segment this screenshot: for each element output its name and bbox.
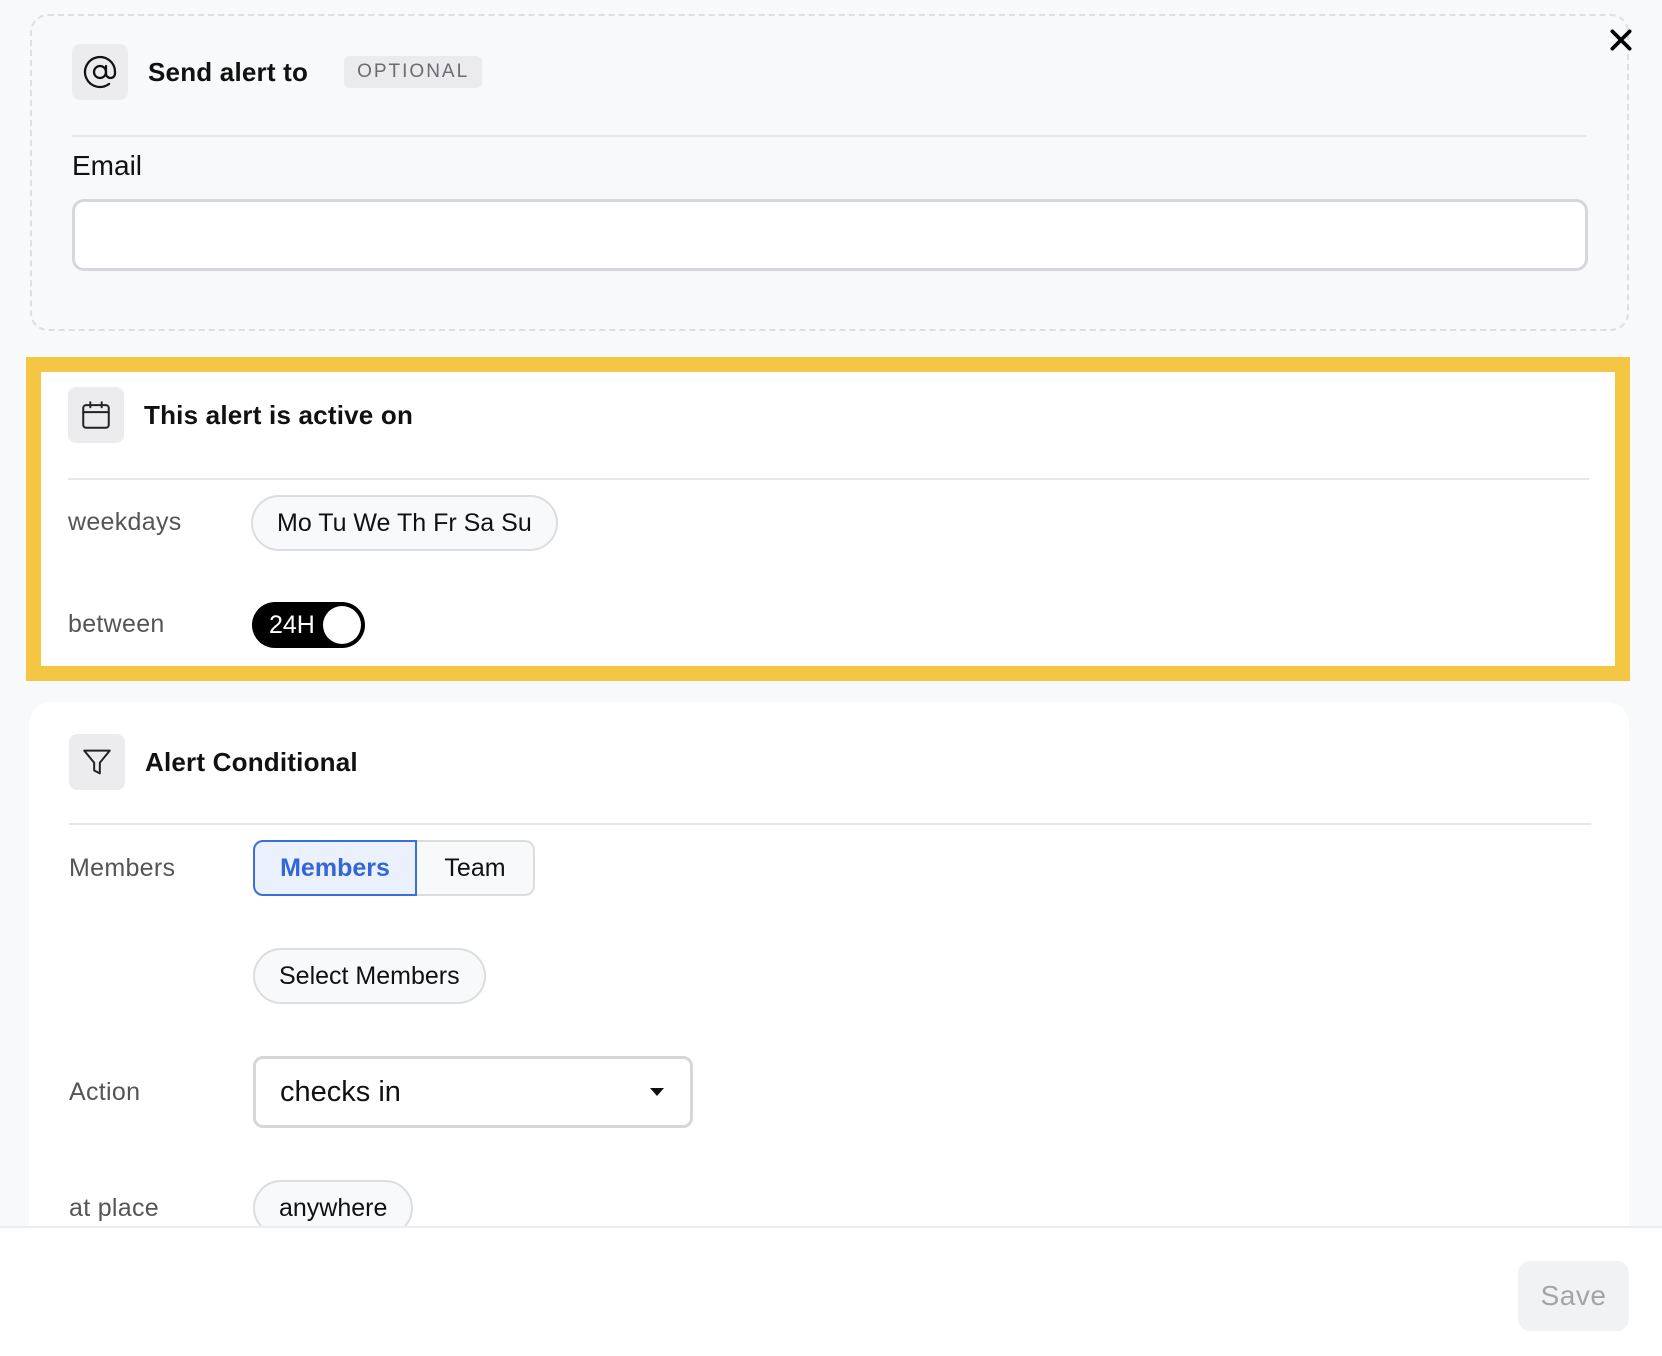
active-on-section: This alert is active on weekdays Mo Tu W… [26, 357, 1630, 681]
conditional-header: Alert Conditional [69, 734, 1591, 825]
optional-badge: OPTIONAL [344, 56, 483, 88]
email-field[interactable] [72, 199, 1588, 271]
weekdays-picker[interactable]: Mo Tu We Th Fr Sa Su [251, 495, 558, 551]
filter-icon [69, 734, 125, 790]
members-team-toggle: Members Team [253, 840, 535, 896]
members-segment-button[interactable]: Members [253, 840, 417, 896]
caret-down-icon [650, 1088, 664, 1096]
between-label: between [68, 610, 165, 638]
weekdays-label: weekdays [68, 508, 182, 536]
conditional-title: Alert Conditional [145, 747, 358, 777]
alert-editor: Send alert to OPTIONAL Email This alert … [0, 0, 1662, 1356]
select-members-button[interactable]: Select Members [253, 948, 486, 1004]
alert-conditional-section: Alert Conditional Members Members Team S… [29, 702, 1629, 1262]
active-on-title: This alert is active on [144, 400, 414, 430]
toggle-knob [323, 606, 361, 644]
send-alert-section: Send alert to OPTIONAL Email [30, 14, 1629, 331]
save-button[interactable]: Save [1518, 1261, 1629, 1331]
toggle-label: 24H [269, 611, 315, 639]
email-label: Email [72, 150, 143, 181]
action-select[interactable]: checks in [253, 1056, 693, 1128]
action-label: Action [69, 1078, 141, 1106]
team-segment-button[interactable]: Team [417, 840, 535, 896]
send-alert-title: Send alert to [148, 57, 309, 87]
at-sign-icon [72, 44, 128, 100]
24h-toggle[interactable]: 24H [252, 602, 365, 648]
close-icon [1610, 29, 1632, 51]
close-button[interactable] [1603, 22, 1639, 58]
footer-bar: Save [0, 1226, 1662, 1356]
calendar-icon [68, 387, 124, 443]
action-select-value: checks in [280, 1075, 401, 1108]
active-on-header: This alert is active on [68, 387, 1589, 480]
at-place-label: at place [69, 1194, 159, 1222]
send-alert-header: Send alert to OPTIONAL [72, 44, 1587, 137]
members-row-label: Members [69, 854, 176, 882]
